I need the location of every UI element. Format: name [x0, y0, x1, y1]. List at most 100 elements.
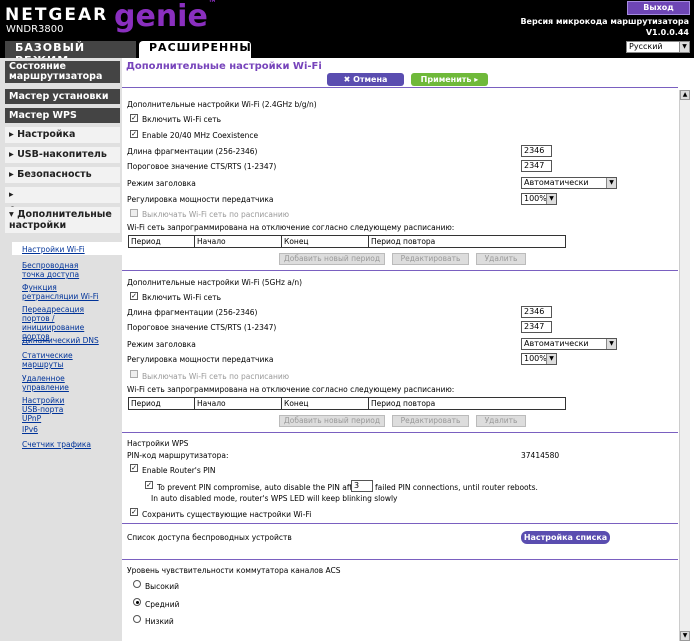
table-header: Период	[129, 398, 195, 409]
wps-pin-value: 37414580	[521, 451, 560, 460]
sidebar-item-setup[interactable]: ▸ Настройка	[5, 127, 120, 143]
band24-cts-input[interactable]: 2347	[521, 160, 552, 172]
band24-enable-checkbox[interactable]: ✓	[130, 114, 138, 122]
auto-disabled-note: In auto disabled mode, router's WPS LED …	[151, 494, 398, 503]
sidebar-item-advanced[interactable]: ▾ Дополнительные настройки	[5, 207, 120, 233]
band24-schedule-table: Период Начало Конец Период повтора	[128, 235, 566, 248]
scrollbar[interactable]: ▲ ▼	[679, 90, 690, 641]
sidebar-sub-upnp[interactable]: UPnP	[22, 414, 41, 423]
band24-schedule-checkbox[interactable]	[130, 209, 138, 217]
band5-power-select[interactable]: 100% ▼	[521, 353, 557, 365]
band24-enable-label: Включить Wi-Fi сеть	[142, 115, 222, 124]
band24-preamble-select[interactable]: Автоматически ▼	[521, 177, 617, 189]
band5-delete-button[interactable]: Удалить	[476, 415, 526, 427]
band24-schedule-label: Выключать Wi-Fi сеть по расписанию	[142, 210, 290, 219]
genie-logo: genie™	[114, 0, 217, 34]
band5-add-period-button[interactable]: Добавить новый период	[279, 415, 385, 427]
access-list-label: Список доступа беспроводных устройств	[127, 533, 292, 542]
language-select[interactable]: Русский ▼	[626, 41, 690, 53]
band24-power-select[interactable]: 100% ▼	[521, 193, 557, 205]
sidebar-item-security[interactable]: ▸ Безопасность	[5, 167, 120, 183]
band24-heading: Дополнительные настройки Wi-Fi (2.4GHz b…	[127, 100, 317, 109]
sidebar-item-setup-wizard[interactable]: Мастер установки	[5, 89, 120, 104]
band5-frag-label: Длина фрагментации (256-2346)	[127, 308, 258, 317]
band5-preamble-select[interactable]: Автоматически ▼	[521, 338, 617, 350]
sidebar-sub-remote-management[interactable]: Удаленное управление	[22, 374, 82, 392]
chevron-down-icon: ▼	[606, 339, 616, 349]
tab-basic[interactable]: БАЗОВЫЙ РЕЖИМ	[5, 41, 136, 67]
enable-pin-label: Enable Router's PIN	[142, 466, 216, 475]
sidebar-sub-wifi-repeater[interactable]: Функция ретрансляции Wi-Fi	[22, 283, 102, 301]
band5-schedule-note: Wi-Fi сеть запрограммирована на отключен…	[127, 385, 455, 394]
chevron-down-icon: ▼	[546, 354, 556, 364]
table-header: Конец	[282, 236, 369, 247]
table-header: Период	[129, 236, 195, 247]
band5-power-label: Регулировка мощности передатчика	[127, 355, 274, 364]
sidebar-item-usb[interactable]: ▸ USB-накопитель	[5, 147, 120, 163]
band5-schedule-table: Период Начало Конец Период повтора	[128, 397, 566, 410]
sidebar-sub-static-routes[interactable]: Статические маршруты	[22, 351, 82, 369]
sidebar-sub-access-point[interactable]: Беспроводная точка доступа	[22, 261, 102, 279]
divider	[122, 523, 678, 524]
acs-high-radio[interactable]	[133, 580, 141, 588]
keep-settings-checkbox[interactable]: ✓	[130, 508, 138, 516]
band5-edit-button[interactable]: Редактировать	[392, 415, 469, 427]
band5-schedule-checkbox[interactable]	[130, 370, 138, 378]
band5-enable-checkbox[interactable]: ✓	[130, 292, 138, 300]
band5-enable-label: Включить Wi-Fi сеть	[142, 293, 222, 302]
table-header: Начало	[195, 398, 282, 409]
netgear-logo: NETGEAR	[5, 5, 109, 25]
cancel-button[interactable]: ✖ Отмена	[327, 73, 404, 86]
sidebar-sub-traffic-meter[interactable]: Счетчик трафика	[22, 440, 91, 449]
coexistence-checkbox[interactable]: ✓	[130, 130, 138, 138]
band24-preamble-label: Режим заголовка	[127, 179, 196, 188]
divider	[122, 270, 678, 271]
chevron-down-icon: ▼	[546, 194, 556, 204]
table-header: Период повтора	[371, 237, 436, 246]
band24-add-period-button[interactable]: Добавить новый период	[279, 253, 385, 265]
acs-heading: Уровень чувствительности коммутатора кан…	[127, 566, 341, 575]
band5-cts-input[interactable]: 2347	[521, 321, 552, 333]
prevent-pin-checkbox[interactable]: ✓	[145, 481, 153, 489]
band24-delete-button[interactable]: Удалить	[476, 253, 526, 265]
wps-pin-label: PIN-код маршрутизатора:	[127, 451, 229, 460]
band24-edit-button[interactable]: Редактировать	[392, 253, 469, 265]
acs-medium-label: Средний	[145, 600, 180, 609]
scroll-up-icon[interactable]: ▲	[680, 90, 690, 100]
band5-heading: Дополнительные настройки Wi-Fi (5GHz a/n…	[127, 278, 303, 287]
logout-button[interactable]: Выход	[627, 1, 690, 15]
sidebar-sub-ddns[interactable]: Динамический DNS	[22, 336, 99, 345]
band24-cts-label: Пороговое значение CTS/RTS (1-2347)	[127, 162, 277, 171]
sidebar-sub-usb-settings[interactable]: Настройки USB-порта	[22, 396, 70, 414]
acs-high-label: Высокий	[145, 582, 180, 591]
sidebar-item-wps-wizard[interactable]: Мастер WPS	[5, 108, 120, 123]
access-list-setup-button[interactable]: Настройка списка	[521, 531, 610, 544]
scroll-down-icon[interactable]: ▼	[680, 631, 690, 641]
apply-button[interactable]: Применить ▸	[411, 73, 488, 86]
band5-preamble-label: Режим заголовка	[127, 340, 196, 349]
tab-advanced[interactable]: РАСШИРЕННЫЙ	[139, 41, 261, 58]
band24-power-label: Регулировка мощности передатчика	[127, 195, 274, 204]
chevron-down-icon: ▼	[606, 178, 616, 188]
band5-frag-input[interactable]: 2346	[521, 306, 552, 318]
sidebar-item-administration[interactable]: ▸ Администрирование	[5, 187, 120, 216]
firmware-label: Версия микрокода маршрутизатора	[520, 17, 689, 26]
wps-heading: Настройки WPS	[127, 439, 189, 448]
sidebar	[0, 58, 122, 641]
band5-cts-label: Пороговое значение CTS/RTS (1-2347)	[127, 323, 277, 332]
header: NETGEAR genie™ WNDR3800 Выход Версия мик…	[0, 0, 694, 67]
prevent-pin-input[interactable]: 3	[351, 480, 373, 492]
band24-frag-input[interactable]: 2346	[521, 145, 552, 157]
arrow-right-icon: ▸	[471, 75, 479, 84]
enable-pin-checkbox[interactable]: ✓	[130, 464, 138, 472]
acs-medium-radio[interactable]	[133, 598, 141, 606]
sidebar-sub-ipv6[interactable]: IPv6	[22, 425, 38, 434]
sidebar-sub-wifi-settings[interactable]: Настройки Wi-Fi	[22, 245, 85, 254]
table-header: Начало	[195, 236, 282, 247]
sidebar-item-router-status[interactable]: Состояние маршрутизатора	[5, 61, 120, 83]
firmware-version: V1.0.0.44	[645, 28, 689, 37]
acs-low-radio[interactable]	[133, 615, 141, 623]
table-header: Период повтора	[371, 399, 436, 408]
divider	[122, 559, 678, 560]
page-title: Дополнительные настройки Wi-Fi	[126, 61, 322, 72]
